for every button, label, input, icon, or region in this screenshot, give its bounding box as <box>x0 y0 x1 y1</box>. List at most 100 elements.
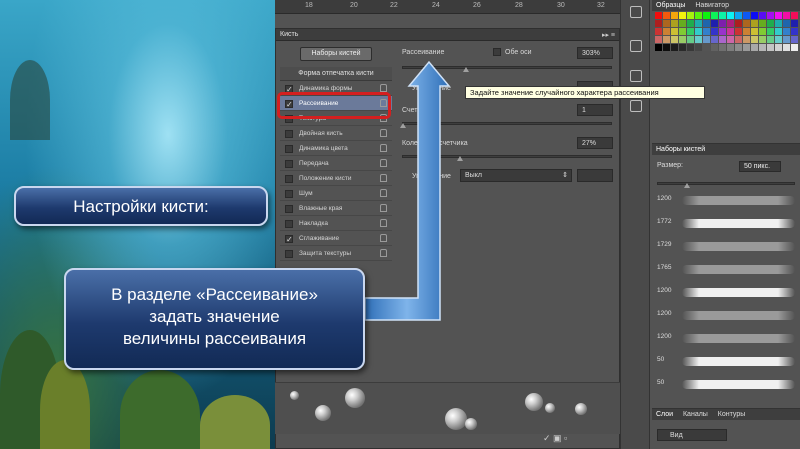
both-axes-checkbox[interactable] <box>493 48 501 56</box>
swatch[interactable] <box>703 12 710 19</box>
swatch[interactable] <box>663 20 670 27</box>
swatch[interactable] <box>655 20 662 27</box>
brush-preset-row[interactable]: 50 <box>652 376 800 394</box>
swatch[interactable] <box>727 20 734 27</box>
tab-layers[interactable]: Слои <box>656 411 673 418</box>
swatch[interactable] <box>759 20 766 27</box>
size-slider[interactable] <box>657 182 795 185</box>
checkbox[interactable] <box>285 205 293 213</box>
swatch[interactable] <box>783 36 790 43</box>
brush-preset-row[interactable]: 1200 <box>652 284 800 302</box>
swatch[interactable] <box>743 20 750 27</box>
control-select[interactable]: Выкл ⇕ <box>460 169 572 182</box>
checkbox[interactable] <box>285 130 293 138</box>
swatch[interactable] <box>679 20 686 27</box>
tab-brush-presets[interactable]: Наборы кистей <box>656 146 705 153</box>
swatch[interactable] <box>727 44 734 51</box>
swatch[interactable] <box>727 12 734 19</box>
clone-tool-icon[interactable] <box>630 70 642 82</box>
swatch[interactable] <box>719 12 726 19</box>
swatch[interactable] <box>775 44 782 51</box>
swatch[interactable] <box>791 20 798 27</box>
swatch[interactable] <box>735 44 742 51</box>
swatch[interactable] <box>671 28 678 35</box>
swatch[interactable] <box>791 28 798 35</box>
list-item-dual-brush[interactable]: Двойная кисть <box>280 126 392 141</box>
brush-tip-shape-header[interactable]: Форма отпечатка кисти <box>280 67 392 81</box>
control-value-field-2[interactable] <box>577 169 613 182</box>
count-value-field[interactable]: 1 <box>577 104 613 116</box>
swatch[interactable] <box>759 28 766 35</box>
tab-swatches[interactable]: Образцы <box>656 2 685 9</box>
lock-icon[interactable] <box>380 84 387 92</box>
swatch[interactable] <box>679 28 686 35</box>
tab-paths[interactable]: Контуры <box>718 411 745 418</box>
tools-icon[interactable] <box>630 100 642 112</box>
swatch[interactable] <box>767 36 774 43</box>
checkbox[interactable] <box>285 175 293 183</box>
brush-presets-button[interactable]: Наборы кистей <box>300 47 372 61</box>
swatch[interactable] <box>775 28 782 35</box>
swatch[interactable] <box>655 44 662 51</box>
swatch[interactable] <box>775 36 782 43</box>
swatch-grid[interactable] <box>655 12 798 51</box>
swatch[interactable] <box>719 44 726 51</box>
swatch[interactable] <box>751 12 758 19</box>
checkbox[interactable] <box>285 220 293 228</box>
swatch[interactable] <box>679 44 686 51</box>
lock-icon[interactable] <box>380 234 387 242</box>
swatch[interactable] <box>671 12 678 19</box>
swatch[interactable] <box>711 12 718 19</box>
swatch[interactable] <box>775 12 782 19</box>
swatch[interactable] <box>695 36 702 43</box>
brush-preset-row[interactable]: 50 <box>652 353 800 371</box>
swatch[interactable] <box>775 20 782 27</box>
swatch[interactable] <box>655 12 662 19</box>
lock-icon[interactable] <box>380 159 387 167</box>
swatch[interactable] <box>719 20 726 27</box>
count-jitter-field[interactable]: 27% <box>577 137 613 149</box>
list-item-color-dynamics[interactable]: Динамика цвета <box>280 141 392 156</box>
swatch[interactable] <box>735 12 742 19</box>
swatch[interactable] <box>767 28 774 35</box>
swatch[interactable] <box>719 28 726 35</box>
swatch[interactable] <box>663 36 670 43</box>
swatch[interactable] <box>687 20 694 27</box>
lock-icon[interactable] <box>380 204 387 212</box>
swatch[interactable] <box>735 36 742 43</box>
swatch[interactable] <box>711 44 718 51</box>
swatch[interactable] <box>703 36 710 43</box>
count-jitter-slider[interactable] <box>402 155 612 158</box>
brush-preset-row[interactable]: 1200 <box>652 192 800 210</box>
lock-icon[interactable] <box>380 174 387 182</box>
size-field[interactable]: 50 пикс. <box>739 161 781 172</box>
swatch[interactable] <box>703 28 710 35</box>
swatch[interactable] <box>719 36 726 43</box>
panel-footer-icons[interactable]: ✓ ▣ ▫ <box>543 433 567 444</box>
panel-menu-icon[interactable]: ▸▸ ≡ <box>602 30 615 42</box>
swatch[interactable] <box>791 12 798 19</box>
tab-channels[interactable]: Каналы <box>683 411 708 418</box>
swatch[interactable] <box>735 20 742 27</box>
kind-filter-select[interactable]: Вид <box>657 429 727 441</box>
swatch[interactable] <box>679 12 686 19</box>
count-slider[interactable] <box>402 122 612 125</box>
swatch[interactable] <box>695 28 702 35</box>
swatch[interactable] <box>703 20 710 27</box>
checkbox[interactable] <box>285 190 293 198</box>
swatch[interactable] <box>767 44 774 51</box>
swatch[interactable] <box>695 12 702 19</box>
swatch[interactable] <box>743 12 750 19</box>
list-item-brush-pose[interactable]: Положение кисти <box>280 171 392 186</box>
swatch[interactable] <box>743 44 750 51</box>
swatch[interactable] <box>655 28 662 35</box>
lock-icon[interactable] <box>380 189 387 197</box>
lock-icon[interactable] <box>380 219 387 227</box>
swatch[interactable] <box>751 28 758 35</box>
brush-preset-row[interactable]: 1200 <box>652 330 800 348</box>
brush-preset-row[interactable]: 1765 <box>652 261 800 279</box>
checkbox[interactable] <box>285 145 293 153</box>
swatch[interactable] <box>711 20 718 27</box>
swatch[interactable] <box>783 20 790 27</box>
swatch[interactable] <box>679 36 686 43</box>
